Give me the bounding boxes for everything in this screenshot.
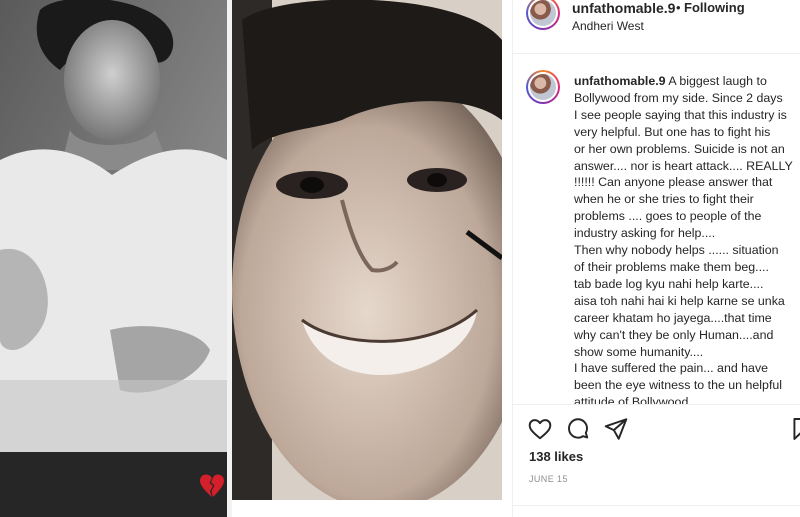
caption-line: !!!!!! Can anyone please answer that — [574, 175, 773, 190]
post-header: unfathomable.9 • Following Andheri West — [513, 0, 800, 54]
separator-dot: • — [676, 0, 681, 15]
photo-right-edge — [502, 0, 512, 517]
location-link[interactable]: Andheri West — [572, 19, 644, 33]
caption-line: problems .... goes to people of the — [574, 209, 762, 224]
photo-right-bottom-pad — [232, 500, 512, 517]
post-date[interactable]: JUNE 15 — [529, 474, 568, 484]
caption-line: I see people saying that this industry i… — [574, 107, 787, 122]
comment-icon[interactable] — [565, 416, 591, 442]
heart-icon[interactable] — [527, 416, 553, 442]
post-media[interactable] — [0, 0, 512, 517]
caption-line: aisa toh nahi hai ki help karne se unka — [574, 293, 785, 308]
caption-line: of their problems make them beg.... — [574, 259, 769, 274]
broken-heart-icon — [198, 472, 226, 500]
caption-line: answer.... nor is heart attack.... REALL… — [574, 158, 793, 173]
caption-line: why can't they be only Human....and — [574, 327, 774, 342]
post-photo-left — [0, 0, 227, 452]
following-button[interactable]: Following — [684, 0, 745, 15]
caption-line: Bollywood from my side. Since 2 days — [574, 90, 783, 105]
actions-divider — [513, 404, 800, 405]
caption-line: industry asking for help.... — [574, 226, 716, 241]
caption-line: I have suffered the pain... and have — [574, 361, 769, 376]
caption-line: or her own problems. Suicide is not an — [574, 141, 785, 156]
post-photo-right — [232, 0, 502, 500]
caption-line: very helpful. But one has to fight his — [574, 124, 771, 139]
photo-left-caption-strip — [0, 452, 227, 517]
caption-avatar[interactable] — [526, 70, 560, 104]
portrait-photo-right — [232, 0, 502, 500]
caption-line: attitude of Bollywood — [574, 395, 689, 404]
post-details-panel: unfathomable.9 • Following Andheri West … — [512, 0, 800, 517]
caption-line: Then why nobody helps ...... situation — [574, 243, 779, 258]
bookmark-icon[interactable] — [789, 416, 800, 442]
caption-text: unfathomable.9 A biggest laugh to Bollyw… — [574, 73, 800, 404]
caption-line: been the eye witness to the un helpful — [574, 378, 783, 393]
caption-line: show some humanity.... — [574, 344, 704, 359]
caption-line: tab bade log kyu nahi help karte.... — [574, 276, 764, 291]
portrait-photo-left — [0, 0, 227, 452]
likes-count[interactable]: 138 likes — [529, 449, 583, 464]
avatar[interactable] — [526, 0, 560, 30]
caption-line: A biggest laugh to — [668, 74, 767, 88]
header-username[interactable]: unfathomable.9 — [572, 0, 675, 16]
comment-divider — [513, 505, 800, 506]
caption-line: when he or she tries to fight their — [574, 192, 754, 207]
caption-username[interactable]: unfathomable.9 — [574, 74, 666, 88]
caption-area[interactable]: unfathomable.9 A biggest laugh to Bollyw… — [513, 54, 800, 404]
caption-line: career khatam ho jayega....that time — [574, 310, 772, 325]
share-icon[interactable] — [603, 416, 629, 442]
